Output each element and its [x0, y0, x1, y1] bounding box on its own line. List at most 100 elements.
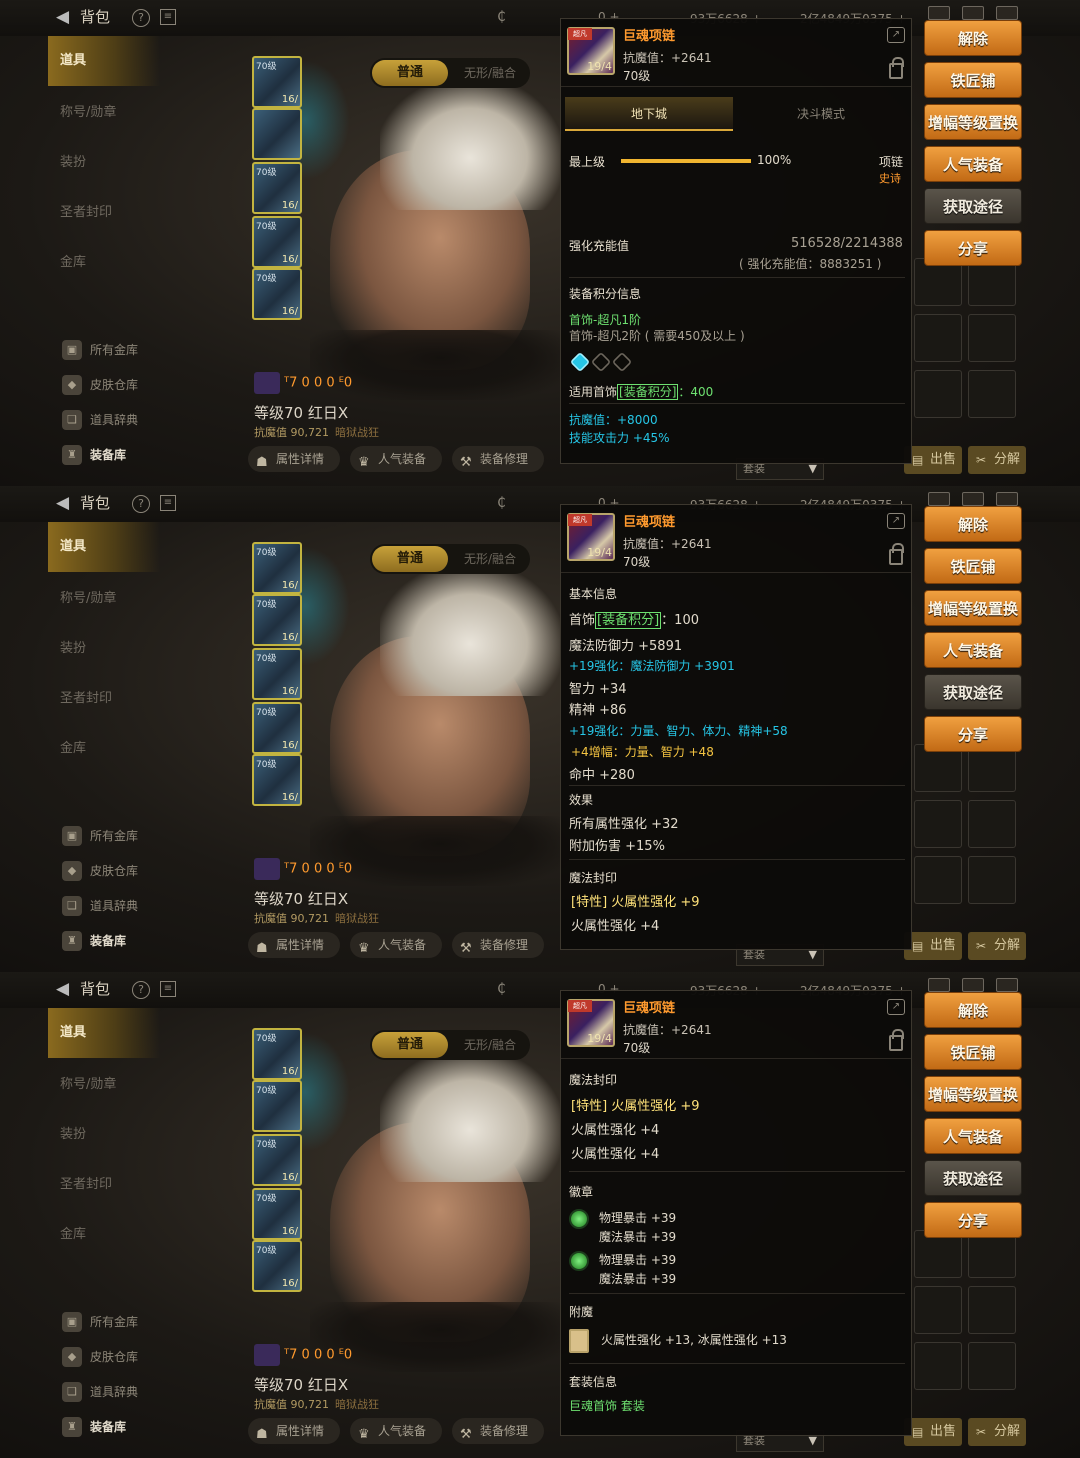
list-icon[interactable]: ≡ [160, 9, 176, 25]
unequip-button[interactable]: 解除 [924, 992, 1022, 1028]
equip-slot[interactable] [252, 108, 302, 160]
unequip-button[interactable]: 解除 [924, 506, 1022, 542]
mail-icon[interactable] [928, 6, 950, 20]
menu-icon[interactable] [996, 492, 1018, 506]
repair-button[interactable]: ⚒ 装备修理 [452, 932, 544, 958]
sidebar-item-avatar[interactable]: 装扮 [48, 138, 160, 188]
lock-icon[interactable] [889, 57, 904, 79]
equip-slot[interactable]: 70级 16/ [252, 542, 302, 594]
sub-all-vaults[interactable]: ▣ 所有金库 [62, 1310, 182, 1334]
sub-all-vaults[interactable]: ▣ 所有金库 [62, 338, 182, 362]
sidebar-item-vault[interactable]: 金库 [48, 1210, 160, 1260]
amplify-swap-button[interactable]: 增幅等级置换 [924, 590, 1022, 626]
mode-normal[interactable]: 普通 [372, 60, 448, 86]
equip-slot[interactable]: 70级 16/ [252, 1188, 302, 1240]
inventory-slot[interactable] [914, 370, 962, 418]
sell-button[interactable]: ▤ 出售 [904, 1418, 962, 1446]
list-icon[interactable]: ≡ [160, 981, 176, 997]
sidebar-item-avatar[interactable]: 装扮 [48, 624, 160, 674]
inventory-slot[interactable] [968, 800, 1016, 848]
equip-slot[interactable]: 70级 16/ [252, 594, 302, 646]
mode-fusion[interactable]: 无形/融合 [454, 546, 526, 572]
equip-slot[interactable]: 70级 16/ [252, 1028, 302, 1080]
equip-slot[interactable]: 70级 16/ [252, 754, 302, 806]
sidebar-item-seal[interactable]: 圣者封印 [48, 1160, 160, 1210]
equip-slot[interactable]: 70级 16/ [252, 1134, 302, 1186]
sidebar-item-items[interactable]: 道具 [48, 1008, 160, 1058]
inventory-slot[interactable] [968, 1342, 1016, 1390]
cart-icon[interactable] [962, 978, 984, 992]
sub-equip-storage[interactable]: ♜ 装备库 [62, 929, 182, 953]
help-icon[interactable]: ? [132, 495, 150, 513]
back-button[interactable]: ◀ 背包 [56, 978, 110, 999]
dismantle-button[interactable]: ✂ 分解 [968, 1418, 1026, 1446]
popular-equip-side-button[interactable]: 人气装备 [924, 1118, 1022, 1154]
lock-icon[interactable] [889, 1029, 904, 1051]
sub-item-dictionary[interactable]: ❑ 道具辞典 [62, 1380, 182, 1404]
equip-slot[interactable]: 70级 16/ [252, 56, 302, 108]
popular-equip-button[interactable]: ♛ 人气装备 [350, 446, 442, 472]
sub-equip-storage[interactable]: ♜ 装备库 [62, 443, 182, 467]
sidebar-item-items[interactable]: 道具 [48, 522, 160, 572]
tab-dungeon[interactable]: 地下城 [565, 97, 733, 131]
blacksmith-button[interactable]: 铁匠铺 [924, 1034, 1022, 1070]
inventory-slot[interactable] [914, 314, 962, 362]
obtain-route-button[interactable]: 获取途径 [924, 674, 1022, 710]
inventory-slot[interactable] [968, 856, 1016, 904]
sidebar-item-avatar[interactable]: 装扮 [48, 1110, 160, 1160]
tab-pvp[interactable]: 决斗模式 [737, 97, 905, 131]
equip-slot[interactable]: 70级 16/ [252, 1240, 302, 1292]
sidebar-item-titles[interactable]: 称号/勋章 [48, 88, 160, 138]
sub-skin-storage[interactable]: ◆ 皮肤仓库 [62, 1345, 182, 1369]
sub-equip-storage[interactable]: ♜ 装备库 [62, 1415, 182, 1439]
inventory-slot[interactable] [968, 1286, 1016, 1334]
mode-toggle[interactable]: 普通 无形/融合 [370, 1030, 530, 1060]
popular-equip-side-button[interactable]: 人气装备 [924, 146, 1022, 182]
sidebar-item-vault[interactable]: 金库 [48, 724, 160, 774]
equip-slot[interactable]: 70级 16/ [252, 268, 302, 320]
mail-icon[interactable] [928, 978, 950, 992]
sub-item-dictionary[interactable]: ❑ 道具辞典 [62, 408, 182, 432]
share-icon[interactable]: ↗ [887, 27, 905, 43]
dismantle-button[interactable]: ✂ 分解 [968, 932, 1026, 960]
back-button[interactable]: ◀ 背包 [56, 6, 110, 27]
sub-skin-storage[interactable]: ◆ 皮肤仓库 [62, 859, 182, 883]
cart-icon[interactable] [962, 6, 984, 20]
sidebar-item-seal[interactable]: 圣者封印 [48, 674, 160, 724]
mode-normal[interactable]: 普通 [372, 546, 448, 572]
back-button[interactable]: ◀ 背包 [56, 492, 110, 513]
blacksmith-button[interactable]: 铁匠铺 [924, 548, 1022, 584]
sub-item-dictionary[interactable]: ❑ 道具辞典 [62, 894, 182, 918]
share-button[interactable]: 分享 [924, 1202, 1022, 1238]
amplify-swap-button[interactable]: 增幅等级置换 [924, 1076, 1022, 1112]
mode-toggle[interactable]: 普通 无形/融合 [370, 544, 530, 574]
attribute-detail-button[interactable]: ☗ 属性详情 [248, 932, 340, 958]
mode-fusion[interactable]: 无形/融合 [454, 1032, 526, 1058]
help-icon[interactable]: ? [132, 9, 150, 27]
inventory-slot[interactable] [968, 314, 1016, 362]
sidebar-item-titles[interactable]: 称号/勋章 [48, 1060, 160, 1110]
equip-slot[interactable]: 70级 16/ [252, 216, 302, 268]
attribute-detail-button[interactable]: ☗ 属性详情 [248, 446, 340, 472]
mode-fusion[interactable]: 无形/融合 [454, 60, 526, 86]
share-button[interactable]: 分享 [924, 230, 1022, 266]
equip-slot[interactable]: 70级 16/ [252, 162, 302, 214]
inventory-slot[interactable] [914, 856, 962, 904]
sell-button[interactable]: ▤ 出售 [904, 932, 962, 960]
sub-all-vaults[interactable]: ▣ 所有金库 [62, 824, 182, 848]
equip-slot[interactable]: 70级 16/ [252, 702, 302, 754]
sub-skin-storage[interactable]: ◆ 皮肤仓库 [62, 373, 182, 397]
sidebar-item-items[interactable]: 道具 [48, 36, 160, 86]
mode-toggle[interactable]: 普通 无形/融合 [370, 58, 530, 88]
menu-icon[interactable] [996, 978, 1018, 992]
share-button[interactable]: 分享 [924, 716, 1022, 752]
equip-slot[interactable]: 70级 16/ [252, 648, 302, 700]
inventory-slot[interactable] [914, 800, 962, 848]
amplify-swap-button[interactable]: 增幅等级置换 [924, 104, 1022, 140]
unequip-button[interactable]: 解除 [924, 20, 1022, 56]
inventory-slot[interactable] [914, 1342, 962, 1390]
blacksmith-button[interactable]: 铁匠铺 [924, 62, 1022, 98]
mode-normal[interactable]: 普通 [372, 1032, 448, 1058]
popular-equip-button[interactable]: ♛ 人气装备 [350, 932, 442, 958]
list-icon[interactable]: ≡ [160, 495, 176, 511]
